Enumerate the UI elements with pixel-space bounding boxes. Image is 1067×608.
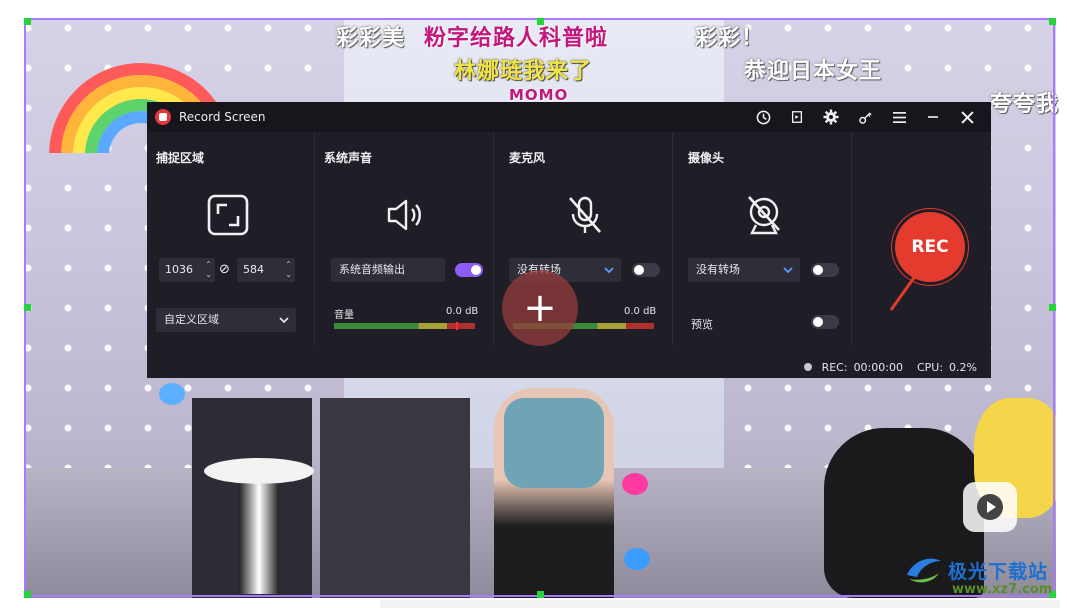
subtitle-text: 彩彩！ xyxy=(695,26,765,51)
close-icon[interactable] xyxy=(951,102,983,132)
height-input[interactable]: 584 ⌃ ⌄ xyxy=(237,258,295,282)
cpu-value: 0.2% xyxy=(949,360,977,374)
region-mode-value: 自定义区域 xyxy=(164,313,219,326)
height-stepper-icon[interactable]: ⌃ ⌄ xyxy=(285,260,292,280)
width-value: 1036 xyxy=(165,263,193,276)
section-title: 麦克风 xyxy=(509,151,546,165)
camera-device-value: 没有转场 xyxy=(696,263,740,276)
resize-handle-bottom[interactable] xyxy=(537,591,544,598)
subtitle-text: 恭迎日本女王 xyxy=(744,59,883,84)
resize-handle-top-left[interactable] xyxy=(24,18,31,25)
system-audio-meter xyxy=(334,322,475,330)
record-screen-panel: Record Screen 捕捉区域 1036 ⌃ ⌄ ⊘ 584 ⌃ ⌄ 自定… xyxy=(147,102,991,378)
section-title: 捕捉区域 xyxy=(156,151,205,165)
heart-decoration xyxy=(159,383,185,405)
volume-label: 音量 xyxy=(334,310,354,321)
watermark-logo-icon xyxy=(907,558,941,583)
video-door-right xyxy=(320,398,470,598)
video-person xyxy=(494,388,614,598)
width-input[interactable]: 1036 ⌃ ⌄ xyxy=(159,258,215,282)
system-audio-device[interactable]: 系统音频输出 xyxy=(331,258,445,282)
resize-handle-top[interactable] xyxy=(537,18,544,25)
capture-region-icon[interactable] xyxy=(205,192,251,238)
resize-handle-bottom-left[interactable] xyxy=(24,591,31,598)
key-icon[interactable] xyxy=(849,102,881,132)
system-audio-toggle[interactable] xyxy=(455,263,483,277)
meter-peak-marker xyxy=(456,322,458,330)
camera-toggle[interactable] xyxy=(811,263,839,277)
watermark-text: 极光下载站 xyxy=(948,561,1049,583)
heart-decoration xyxy=(624,548,650,570)
camera-section: 摄像头 没有转场 预览 xyxy=(673,132,852,346)
region-mode-select[interactable]: 自定义区域 xyxy=(156,308,296,332)
preview-label: 预览 xyxy=(691,318,713,331)
rec-time-value: 00:00:00 xyxy=(853,360,903,374)
watermark-url: www.xz7.com xyxy=(952,582,1053,597)
speaker-icon[interactable] xyxy=(383,192,429,238)
gear-icon[interactable] xyxy=(815,102,847,132)
subtitle-text: 粉字给路人科普啦 xyxy=(424,26,609,51)
camera-off-icon[interactable] xyxy=(741,192,787,238)
height-value: 584 xyxy=(243,263,264,276)
microphone-toggle[interactable] xyxy=(632,263,660,277)
add-button[interactable]: + xyxy=(502,270,578,346)
history-icon[interactable] xyxy=(747,102,779,132)
unlink-aspect-icon[interactable]: ⊘ xyxy=(219,262,230,277)
video-play-badge xyxy=(963,482,1017,532)
width-stepper-icon[interactable]: ⌃ ⌄ xyxy=(205,260,212,280)
system-audio-db: 0.0 dB xyxy=(446,306,479,317)
annotation-arrow-icon xyxy=(889,259,927,311)
bottom-strip xyxy=(380,600,1060,608)
menu-icon[interactable] xyxy=(883,102,915,132)
play-icon xyxy=(977,494,1003,520)
minimize-icon[interactable] xyxy=(917,102,949,132)
crop-icon[interactable] xyxy=(781,102,813,132)
chevron-down-icon xyxy=(604,267,614,274)
chevron-down-icon xyxy=(279,317,289,324)
microphone-db: 0.0 dB xyxy=(624,306,657,317)
system-audio-section: 系统声音 系统音频输出 音量 0.0 dB xyxy=(315,132,494,346)
microphone-muted-icon[interactable] xyxy=(562,192,608,238)
cpu-label: CPU: xyxy=(916,360,944,374)
resize-handle-top-right[interactable] xyxy=(1049,18,1056,25)
title-bar[interactable]: Record Screen xyxy=(147,102,991,132)
system-audio-device-value: 系统音频输出 xyxy=(339,263,405,276)
rec-time-label: REC: xyxy=(821,360,848,374)
subtitle-text: 夸夸我 xyxy=(990,92,1060,117)
resize-handle-right[interactable] xyxy=(1049,304,1056,311)
subtitle-text: 林娜琏我来了 xyxy=(454,59,593,84)
capture-area-section: 捕捉区域 1036 ⌃ ⌄ ⊘ 584 ⌃ ⌄ 自定义区域 xyxy=(147,132,315,346)
app-title: Record Screen xyxy=(179,110,266,124)
status-bar: REC: 00:00:00 CPU: 0.2% xyxy=(147,356,991,378)
camera-device-select[interactable]: 没有转场 xyxy=(688,258,800,282)
subtitle-text: 彩彩美 xyxy=(336,26,406,51)
video-table xyxy=(204,458,314,598)
app-logo-icon xyxy=(155,109,171,125)
resize-handle-left[interactable] xyxy=(24,304,31,311)
heart-decoration xyxy=(622,473,648,495)
section-title: 摄像头 xyxy=(688,151,725,165)
chevron-down-icon xyxy=(783,267,793,274)
rec-status-dot xyxy=(803,363,812,371)
section-title: 系统声音 xyxy=(324,151,373,165)
preview-toggle[interactable] xyxy=(811,315,839,329)
